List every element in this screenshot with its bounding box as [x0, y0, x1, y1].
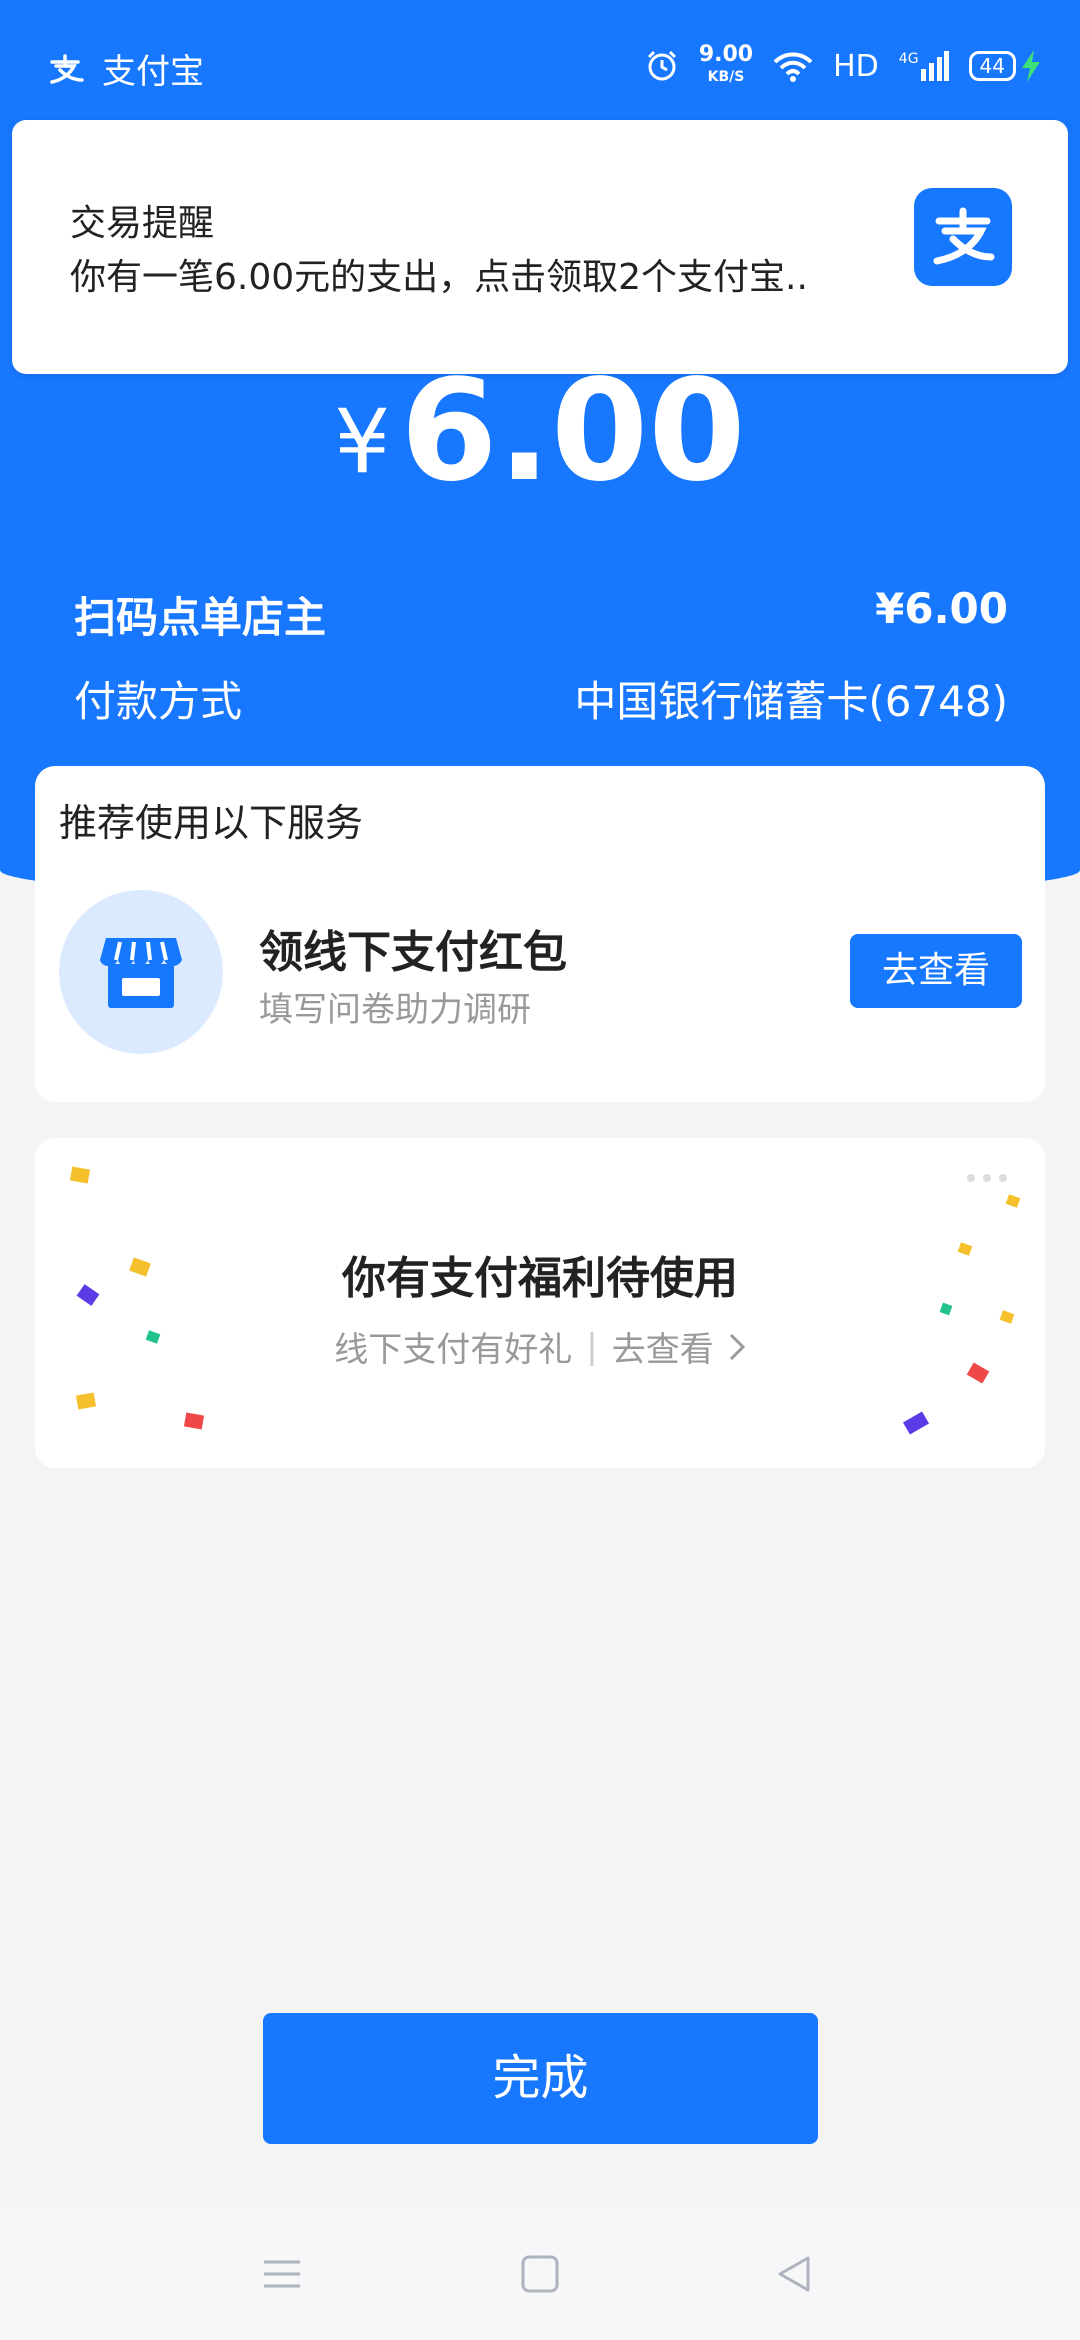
- signal-bars-icon: [920, 51, 949, 81]
- merchant-name: 扫码点单店主: [74, 593, 327, 642]
- status-app-name: 支付宝: [102, 52, 204, 92]
- more-icon[interactable]: [967, 1174, 1007, 1182]
- cellular-signal: 4G: [899, 51, 949, 81]
- payment-method-value: 中国银行储蓄卡(6748): [574, 677, 1008, 726]
- amount-value: 6.00: [400, 350, 746, 513]
- notification-title: 交易提醒: [70, 203, 215, 244]
- confetti-piece: [1005, 1194, 1021, 1208]
- wifi-icon: [773, 52, 813, 82]
- payment-amount: ¥6.00: [0, 350, 1080, 513]
- menu-icon[interactable]: [262, 2254, 302, 2294]
- alarm-icon: [647, 50, 676, 81]
- chevron-right-icon: [729, 1333, 745, 1360]
- store-icon: [100, 938, 182, 1008]
- speed-unit: KB/S: [707, 69, 745, 85]
- done-button[interactable]: 完成: [263, 2013, 818, 2144]
- battery: 44: [968, 50, 1040, 82]
- service-subtitle: 填写问卷助力调研: [259, 990, 531, 1030]
- payment-benefit-card[interactable]: 你有支付福利待使用 线下支付有好礼 | 去查看: [35, 1138, 1045, 1468]
- transaction-notification[interactable]: 交易提醒 你有一笔6.00元的支出，点击领取2个支付宝..: [12, 120, 1068, 374]
- recommended-services-card: 推荐使用以下服务 领线下支付红包 填写问卷助力调研 去查看: [35, 766, 1045, 1102]
- back-icon[interactable]: [774, 2254, 814, 2294]
- battery-level: 44: [968, 51, 1016, 81]
- alipay-small-icon: [50, 53, 84, 84]
- service-title: 领线下支付红包: [259, 927, 567, 978]
- status-app: 支付宝: [48, 44, 204, 93]
- home-icon[interactable]: [520, 2254, 560, 2294]
- benefit-title: 你有支付福利待使用: [342, 1253, 738, 1304]
- alipay-app-icon: [914, 188, 1012, 286]
- view-service-button[interactable]: 去查看: [850, 934, 1022, 1008]
- system-nav-bar: [0, 2208, 1080, 2340]
- confetti-piece: [69, 1166, 91, 1184]
- payment-method-row: 付款方式 中国银行储蓄卡(6748): [74, 668, 1008, 729]
- confetti-piece: [75, 1392, 97, 1410]
- store-icon-circle: [59, 890, 223, 1054]
- divider: |: [586, 1326, 598, 1367]
- notification-body: 你有一笔6.00元的支出，点击领取2个支付宝..: [70, 257, 808, 298]
- benefit-link[interactable]: 去查看: [612, 1322, 714, 1371]
- network-speed: 9.00 KB/S: [699, 44, 753, 88]
- merchant-amount: ¥6.00: [875, 584, 1008, 633]
- status-icons: 9.00 KB/S HD 4G 44: [645, 44, 1040, 88]
- status-bar: 支付宝 9.00 KB/S HD 4G 44: [0, 0, 1080, 130]
- charging-bolt-icon: [1022, 50, 1040, 82]
- alipay-logo-icon: [933, 207, 995, 265]
- hd-indicator: HD: [833, 48, 879, 84]
- confetti-piece: [902, 1411, 930, 1435]
- benefit-subtitle: 线下支付有好礼: [334, 1330, 573, 1370]
- services-header: 推荐使用以下服务: [59, 801, 364, 845]
- merchant-row: 扫码点单店主 ¥6.00: [74, 584, 1008, 645]
- network-type: 4G: [898, 51, 919, 67]
- currency-symbol: ¥: [334, 390, 391, 493]
- benefit-subtitle-row: 线下支付有好礼 | 去查看: [35, 1322, 1045, 1371]
- confetti-piece: [183, 1412, 205, 1430]
- payment-method-label: 付款方式: [74, 677, 243, 726]
- speed-value: 9.00: [698, 42, 754, 67]
